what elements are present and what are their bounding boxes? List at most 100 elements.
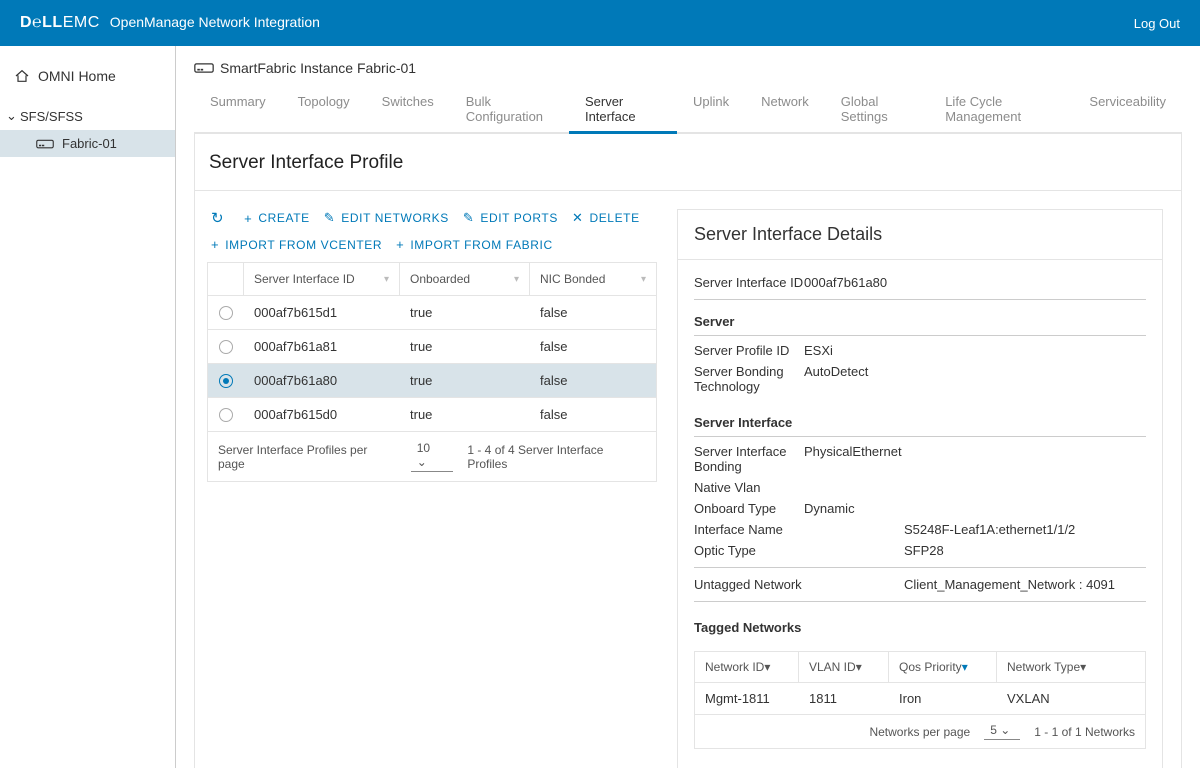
import-vcenter-button[interactable]: +IMPORT FROM VCENTER xyxy=(211,237,382,252)
col-vlan-id[interactable]: VLAN ID▾ xyxy=(799,652,889,683)
tab-network[interactable]: Network xyxy=(745,84,825,132)
breadcrumb: SmartFabric Instance Fabric-01 xyxy=(194,60,1182,76)
logout-link[interactable]: Log Out xyxy=(1134,16,1180,31)
sidebar-group-head[interactable]: ⌄ SFS/SFSS xyxy=(0,104,175,130)
networks-footer-label: Networks per page xyxy=(869,725,970,739)
filter-icon[interactable]: ▾ xyxy=(962,660,968,674)
radio-select[interactable] xyxy=(219,306,233,320)
col-network-id[interactable]: Network ID▾ xyxy=(695,652,799,683)
page-size-select[interactable]: 10 ⌄ xyxy=(411,441,454,472)
col-qos-priority[interactable]: Qos Priority▾ xyxy=(889,652,997,683)
optic-type-value: SFP28 xyxy=(904,543,1146,558)
table-row[interactable]: 000af7b61a80truefalse xyxy=(208,364,656,398)
details-title: Server Interface Details xyxy=(678,210,1162,260)
plus-icon: + xyxy=(244,211,252,226)
col-nic-bonded[interactable]: NIC Bonded▾ xyxy=(530,263,656,296)
sidebar-group-label: SFS/SFSS xyxy=(20,109,83,124)
grid-footer-range: 1 - 4 of 4 Server Interface Profiles xyxy=(467,443,646,471)
chevron-down-icon: ⌄ xyxy=(1000,723,1010,737)
sidebar-group-sfs: ⌄ SFS/SFSS Fabric-01 xyxy=(0,98,175,163)
tab-uplink[interactable]: Uplink xyxy=(677,84,745,132)
sidebar: OMNI Home ⌄ SFS/SFSS Fabric-01 xyxy=(0,46,176,768)
chevron-down-icon: ⌄ xyxy=(6,108,16,124)
tab-switches[interactable]: Switches xyxy=(366,84,450,132)
sidebar-item-fabric[interactable]: Fabric-01 xyxy=(0,130,175,157)
import-fabric-button[interactable]: +IMPORT FROM FABRIC xyxy=(396,237,553,252)
radio-select[interactable] xyxy=(219,408,233,422)
cell-id: 000af7b615d0 xyxy=(244,398,400,431)
network-id-value: Mgmt-1811 xyxy=(695,683,799,714)
networks-footer: Networks per page 5 ⌄ 1 - 1 of 1 Network… xyxy=(695,714,1145,748)
untagged-network-value: Client_Management_Network : 4091 xyxy=(904,577,1146,592)
home-icon xyxy=(14,69,30,83)
table-row[interactable]: 000af7b615d0truefalse xyxy=(208,398,656,431)
brand-logo: D℮LLEMC xyxy=(20,14,100,32)
cell-nic-bonded: false xyxy=(530,364,656,397)
qos-value: Iron xyxy=(889,683,997,714)
create-button[interactable]: +CREATE xyxy=(244,211,310,226)
card-title: Server Interface Profile xyxy=(195,134,1181,191)
tab-summary[interactable]: Summary xyxy=(194,84,282,132)
networks-page-size[interactable]: 5 ⌄ xyxy=(984,723,1020,740)
cell-onboarded: true xyxy=(400,364,530,397)
server-bonding-label: Server Bonding Technology xyxy=(694,364,804,394)
col-server-interface-id[interactable]: Server Interface ID▾ xyxy=(244,263,400,296)
radio-select[interactable] xyxy=(219,374,233,388)
table-row[interactable]: 000af7b615d1truefalse xyxy=(208,296,656,330)
filter-icon[interactable]: ▾ xyxy=(764,660,770,674)
tab-lcm[interactable]: Life Cycle Management xyxy=(929,84,1073,132)
filter-icon[interactable]: ▾ xyxy=(856,660,862,674)
cell-nic-bonded: false xyxy=(530,398,656,431)
refresh-button[interactable]: ↻ xyxy=(211,209,230,227)
tab-topology[interactable]: Topology xyxy=(282,84,366,132)
brand: D℮LLEMC OpenManage Network Integration xyxy=(20,14,320,32)
networks-footer-range: 1 - 1 of 1 Networks xyxy=(1034,725,1135,739)
sidebar-home[interactable]: OMNI Home xyxy=(0,62,175,98)
tab-server-interface[interactable]: Server Interface xyxy=(569,84,677,132)
vlan-id-value: 1811 xyxy=(799,683,889,714)
col-select xyxy=(208,263,244,296)
col-onboarded[interactable]: Onboarded▾ xyxy=(400,263,530,296)
server-profile-id-value: ESXi xyxy=(804,343,1146,358)
onboard-type-value: Dynamic xyxy=(804,501,1146,516)
server-section-title: Server xyxy=(694,306,1146,336)
cell-id: 000af7b61a81 xyxy=(244,330,400,363)
si-id-label: Server Interface ID xyxy=(694,275,804,290)
filter-icon[interactable]: ▾ xyxy=(641,274,646,285)
grid-footer-label: Server Interface Profiles per page xyxy=(218,443,397,471)
chevron-down-icon: ⌄ xyxy=(417,455,427,469)
pencil-icon: ✎ xyxy=(324,210,336,226)
filter-icon[interactable]: ▾ xyxy=(1080,660,1086,674)
cell-onboarded: true xyxy=(400,296,530,329)
onboard-type-label: Onboard Type xyxy=(694,501,804,516)
tabs: Summary Topology Switches Bulk Configura… xyxy=(194,84,1182,134)
edit-networks-button[interactable]: ✎EDIT NETWORKS xyxy=(324,210,449,226)
network-row[interactable]: Mgmt-1811 1811 Iron VXLAN xyxy=(695,683,1145,714)
server-interface-section-title: Server Interface xyxy=(694,407,1146,437)
grid-header: Server Interface ID▾ Onboarded▾ NIC Bond… xyxy=(208,263,656,296)
fabric-icon xyxy=(36,138,54,150)
grid-footer: Server Interface Profiles per page 10 ⌄ … xyxy=(208,431,656,481)
plus-icon: + xyxy=(396,237,404,252)
sidebar-item-label: Fabric-01 xyxy=(62,136,117,151)
product-name: OpenManage Network Integration xyxy=(110,14,320,30)
radio-select[interactable] xyxy=(219,340,233,354)
edit-ports-button[interactable]: ✎EDIT PORTS xyxy=(463,210,558,226)
tab-global-settings[interactable]: Global Settings xyxy=(825,84,929,132)
server-bonding-value: AutoDetect xyxy=(804,364,1146,394)
table-row[interactable]: 000af7b61a81truefalse xyxy=(208,330,656,364)
network-type-value: VXLAN xyxy=(997,683,1145,714)
sidebar-home-label: OMNI Home xyxy=(38,68,116,84)
untagged-network-label: Untagged Network xyxy=(694,577,904,592)
tab-serviceability[interactable]: Serviceability xyxy=(1073,84,1182,132)
filter-icon[interactable]: ▾ xyxy=(514,274,519,285)
si-bonding-value: PhysicalEthernet xyxy=(804,444,1146,474)
plus-icon: + xyxy=(211,237,219,252)
cell-id: 000af7b61a80 xyxy=(244,364,400,397)
filter-icon[interactable]: ▾ xyxy=(384,274,389,285)
breadcrumb-text: SmartFabric Instance Fabric-01 xyxy=(220,60,416,76)
cell-nic-bonded: false xyxy=(530,296,656,329)
col-network-type[interactable]: Network Type▾ xyxy=(997,652,1145,683)
tab-bulk-config[interactable]: Bulk Configuration xyxy=(450,84,569,132)
delete-button[interactable]: ✕DELETE xyxy=(572,210,640,226)
